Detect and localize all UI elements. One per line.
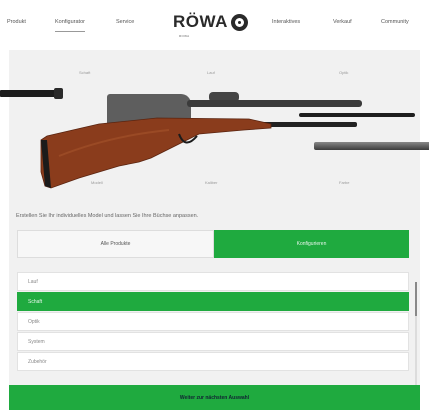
logo-subtext: ROWA [179, 34, 190, 38]
option-list: Lauf Schaft Optik System Zubehör [17, 272, 409, 372]
nav-link-interaktives[interactable]: Interaktives [272, 19, 300, 25]
next-step-button[interactable]: Weiter zur nächsten Auswahl [9, 385, 420, 410]
option-item-zubehoer[interactable]: Zubehör [17, 352, 409, 371]
nav-link-community[interactable]: Community [381, 19, 409, 25]
nav-link-produkt[interactable]: Produkt [7, 19, 26, 25]
all-products-button[interactable]: Alle Produkte [17, 230, 214, 258]
part-label-kaliber[interactable]: Kaliber [205, 180, 217, 185]
rifle-configurator-view: Schaft Lauf Optik Modell Kaliber Farbe [0, 50, 429, 200]
part-label-lauf[interactable]: Lauf [207, 70, 215, 75]
nav-link-konfigurator[interactable]: Konfigurator [55, 19, 85, 32]
brand-logo[interactable]: RÖWA ROWA [173, 12, 248, 38]
logo-emblem-icon [230, 13, 248, 31]
barrel-part-image[interactable] [0, 90, 62, 97]
option-item-optik[interactable]: Optik [17, 312, 409, 331]
barrel-muzzle-image [54, 88, 63, 99]
part-label-farbe[interactable]: Farbe [339, 180, 349, 185]
rifle-image[interactable] [39, 106, 359, 196]
logo-text: RÖWA [173, 12, 228, 31]
part-label-modell[interactable]: Modell [91, 180, 103, 185]
option-item-schaft[interactable]: Schaft [17, 292, 409, 311]
nav-link-verkauf[interactable]: Verkauf [333, 19, 352, 25]
configurator-intro-text: Erstellen Sie Ihr individuelles Model un… [16, 213, 199, 219]
option-list-scroll-thumb[interactable] [415, 282, 417, 316]
part-label-optik[interactable]: Optik [339, 70, 348, 75]
nav-link-service[interactable]: Service [116, 19, 134, 25]
top-nav: Produkt Konfigurator Service RÖWA ROWA I… [0, 0, 429, 46]
option-item-lauf[interactable]: Lauf [17, 272, 409, 291]
option-item-system[interactable]: System [17, 332, 409, 351]
configure-button[interactable]: Konfigurieren [214, 230, 409, 258]
configurator-panel: Schaft Lauf Optik Modell Kaliber Farbe E… [0, 50, 429, 410]
view-toggle: Alle Produkte Konfigurieren [17, 230, 409, 258]
part-label-schaft[interactable]: Schaft [79, 70, 90, 75]
